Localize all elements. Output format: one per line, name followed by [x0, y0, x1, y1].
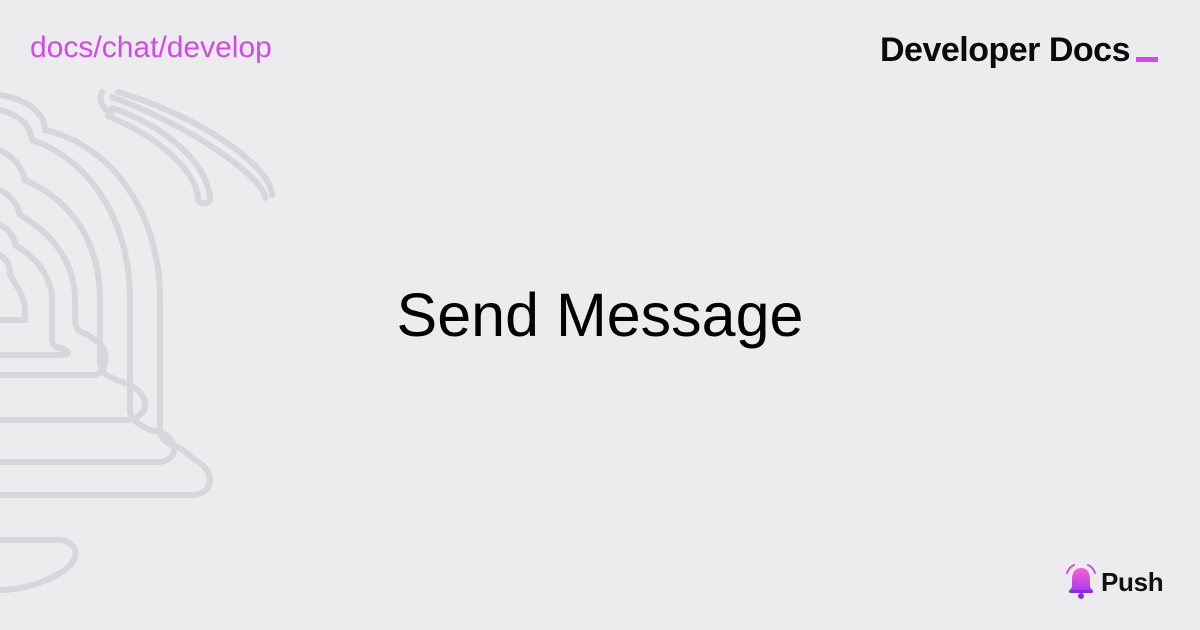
- push-logo[interactable]: Push: [1064, 563, 1164, 601]
- brand-title: Developer Docs: [880, 31, 1131, 69]
- page-title: Send Message: [396, 281, 804, 349]
- cursor-underscore-icon: [1136, 57, 1158, 62]
- breadcrumb[interactable]: docs/chat/develop: [30, 30, 272, 66]
- logo-label: Push: [1101, 567, 1164, 597]
- push-bell-icon: [1066, 564, 1096, 599]
